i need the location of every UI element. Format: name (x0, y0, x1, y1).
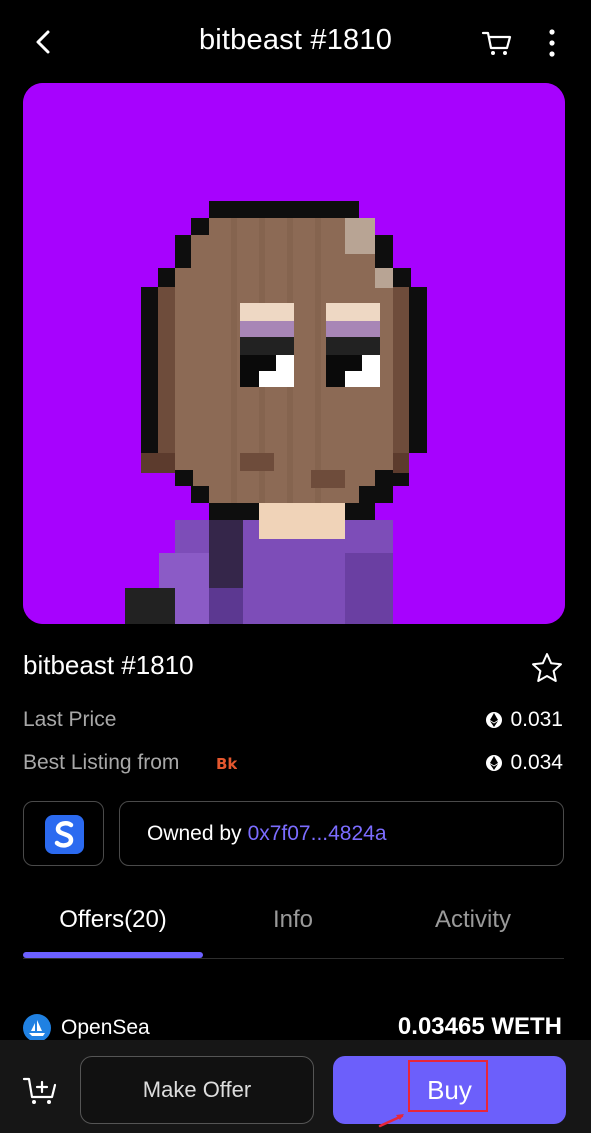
owner-address-link[interactable]: 0x7f07...4824a (248, 822, 387, 846)
svg-text:Bk: Bk (216, 755, 237, 773)
last-price-label: Last Price (23, 708, 117, 731)
tab-activity[interactable]: Activity (383, 906, 563, 934)
tab-info[interactable]: Info (203, 906, 383, 934)
last-price-value: 0.031 (486, 708, 563, 732)
add-to-cart-icon[interactable] (22, 1073, 60, 1107)
top-bar: bitbeast #1810 (0, 0, 591, 84)
make-offer-button[interactable]: Make Offer (80, 1056, 314, 1124)
nft-image[interactable] (23, 83, 565, 624)
best-listing-amount: 0.034 (510, 751, 563, 774)
cart-icon[interactable] (480, 26, 514, 60)
highlight-box (408, 1060, 488, 1112)
offer-marketplace-name: OpenSea (61, 1016, 150, 1039)
collection-logo-icon (45, 815, 84, 854)
active-tab-indicator (23, 952, 203, 958)
favorite-star-icon[interactable] (530, 651, 564, 685)
last-price-amount: 0.031 (510, 708, 563, 731)
more-options-icon[interactable] (538, 26, 566, 60)
collection-logo-button[interactable] (23, 801, 104, 866)
offer-price: 0.03465 WETH (397, 1013, 562, 1040)
best-listing-label: Best Listing from (23, 751, 180, 774)
pointer-arrow-icon (378, 1114, 404, 1128)
best-listing-value: 0.034 (486, 751, 563, 775)
eth-icon (486, 755, 503, 771)
opensea-icon (23, 1014, 51, 1042)
eth-icon (486, 712, 503, 728)
tab-offers[interactable]: Offers(20) (23, 906, 203, 934)
bitkeep-marketplace-icon: Bk (216, 755, 237, 773)
owner-info[interactable]: Owned by 0x7f07...4824a (119, 801, 564, 866)
nft-name: bitbeast #1810 (23, 650, 194, 680)
owner-label: Owned by (147, 821, 242, 845)
tab-divider (23, 958, 564, 959)
